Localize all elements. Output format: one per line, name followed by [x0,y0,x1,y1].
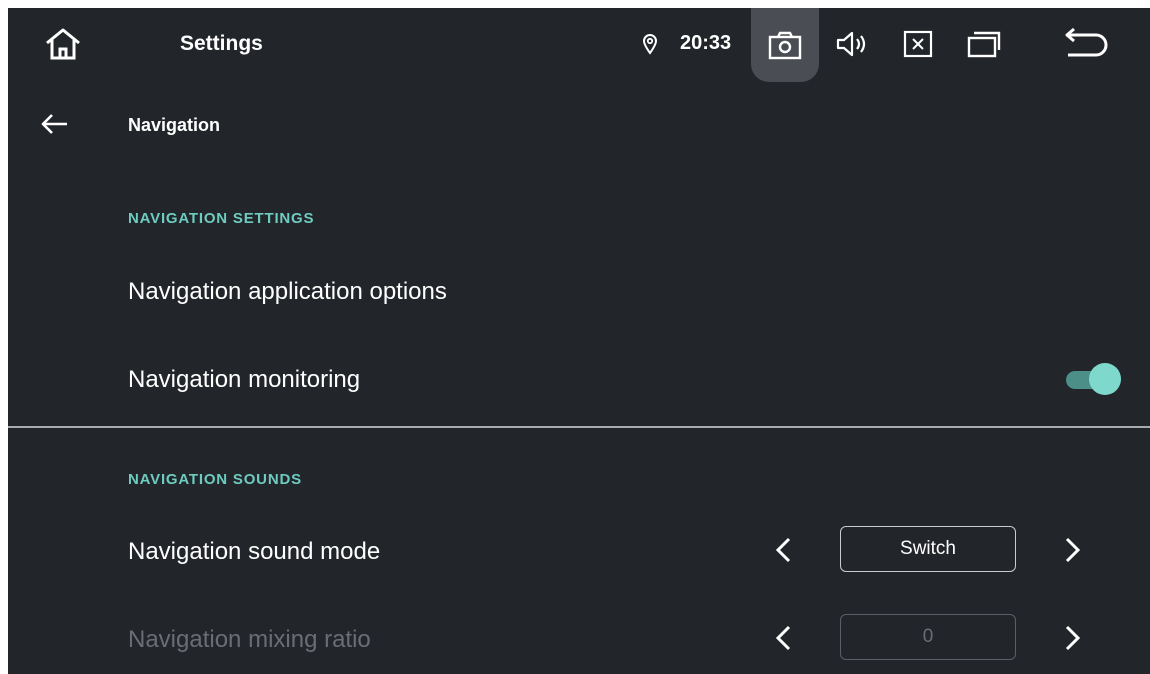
screenshot-button[interactable] [751,8,819,82]
page-header: Navigation [8,96,1150,152]
camera-icon [768,31,802,60]
location-indicator [638,30,662,58]
mixing-ratio-prev-button[interactable] [768,620,798,656]
location-icon [642,34,658,55]
navigation-application-options-row[interactable]: Navigation application options [8,250,1150,330]
recents-button[interactable] [962,26,1006,62]
arrow-left-icon [41,114,67,134]
chevron-left-icon [775,537,791,563]
system-back-button[interactable] [1058,24,1114,64]
back-button[interactable] [36,110,72,138]
settings-screen: Settings 20:33 Navigation NAVIGATION SET… [8,8,1150,674]
row-label: Navigation application options [128,278,447,305]
row-label: Navigation monitoring [128,366,361,393]
mixing-ratio-value: 0 [840,614,1016,660]
recents-icon [967,31,1001,58]
home-button[interactable] [38,22,88,66]
section-title-navigation-settings: NAVIGATION SETTINGS [128,210,315,227]
sound-mode-value: Switch [840,526,1016,572]
volume-button[interactable] [832,26,874,62]
chevron-left-icon [775,625,791,651]
page-title: Navigation [128,115,221,135]
toggle-thumb [1089,363,1121,395]
close-box-icon [903,30,933,58]
sound-mode-next-button[interactable] [1058,532,1088,568]
navigation-monitoring-row[interactable]: Navigation monitoring [8,338,1150,418]
chevron-right-icon [1065,537,1081,563]
app-title: Settings [180,32,263,55]
status-bar: Settings 20:33 [8,8,1150,82]
status-clock: 20:33 [680,32,732,54]
row-label: Navigation mixing ratio [128,626,371,653]
close-button[interactable] [898,26,938,62]
section-title-navigation-sounds: NAVIGATION SOUNDS [128,471,302,488]
chevron-right-icon [1065,625,1081,651]
sound-mode-prev-button[interactable] [768,532,798,568]
mixing-ratio-next-button[interactable] [1058,620,1088,656]
home-icon [46,28,80,60]
navigation-monitoring-toggle[interactable] [1066,362,1122,396]
row-label: Navigation sound mode [128,538,381,565]
section-divider [8,426,1150,428]
back-icon [1065,27,1108,57]
volume-icon [836,31,866,57]
